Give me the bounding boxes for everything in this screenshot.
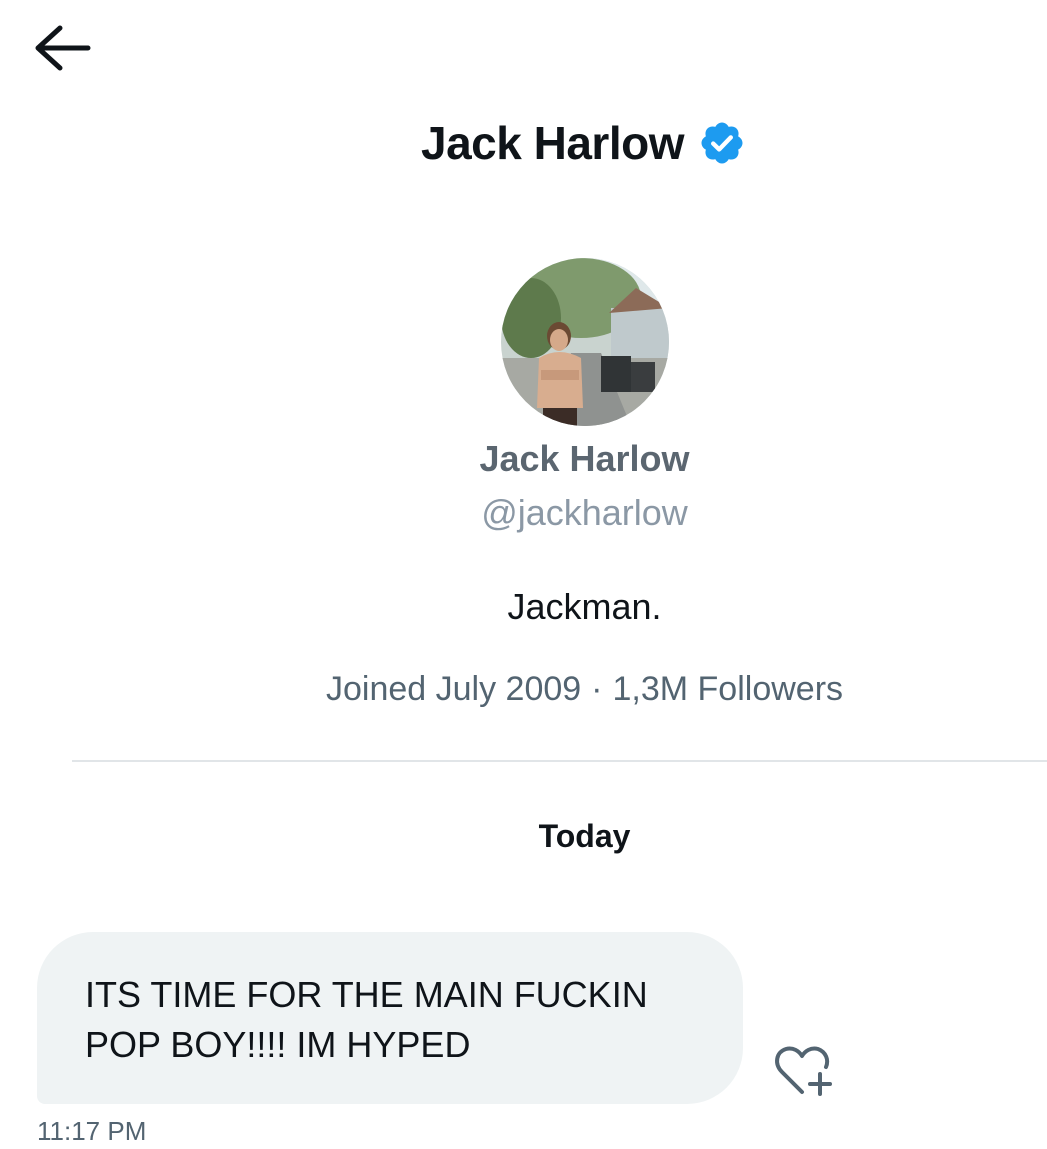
message-text-line-2: POP BOY!!!! IM HYPED <box>85 1024 471 1065</box>
heart-plus-icon <box>775 1046 832 1096</box>
profile-handle: @jackharlow <box>481 492 688 533</box>
message-bubble[interactable]: ITS TIME FOR THE MAIN FUCKIN POP BOY!!!!… <box>37 932 743 1104</box>
header-title: Jack Harlow <box>0 112 1047 174</box>
header-name: Jack Harlow <box>421 117 684 169</box>
joined-date: Joined July 2009 <box>325 670 582 708</box>
avatar-photo <box>501 258 669 426</box>
message-text-line-1: ITS TIME FOR THE MAIN FUCKIN <box>85 974 648 1015</box>
profile-avatar[interactable] <box>501 258 669 426</box>
followers-count[interactable]: 1,3M Followers <box>613 670 844 708</box>
profile-bio: Jackman. <box>507 586 662 627</box>
day-label: Today <box>538 818 631 854</box>
meta-separator: · <box>591 670 603 708</box>
arrow-left-icon <box>35 25 91 71</box>
divider <box>72 760 1047 762</box>
message-timestamp: 11:17 PM <box>37 1116 147 1146</box>
profile-meta: Joined July 2009 · 1,3M Followers <box>0 670 1047 709</box>
add-reaction-button[interactable] <box>772 1042 836 1098</box>
back-button[interactable] <box>28 20 94 76</box>
profile-name: Jack Harlow <box>479 438 690 479</box>
verified-badge-icon <box>701 122 743 164</box>
